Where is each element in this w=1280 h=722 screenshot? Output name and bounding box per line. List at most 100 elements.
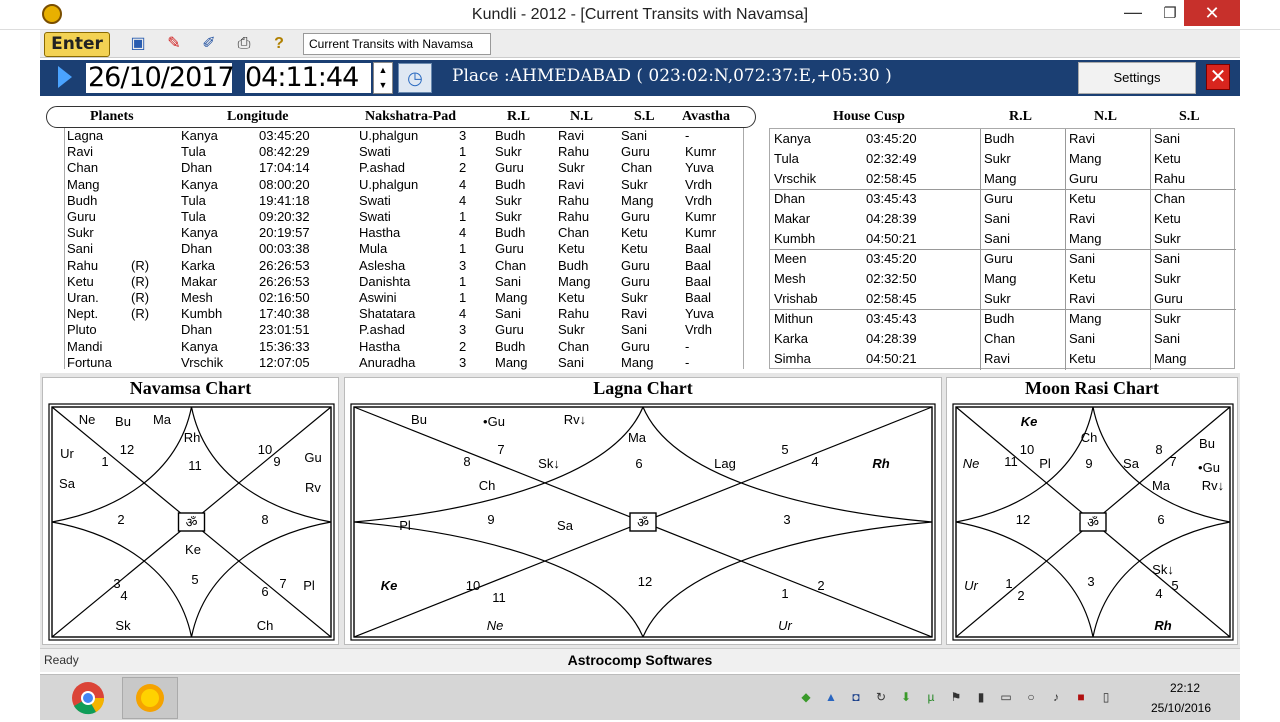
spin-up-icon[interactable]: ▲: [374, 63, 392, 78]
navamsa-chart[interactable]: ॐNe Bu MaRh12111UrSa109 GuRv2 8Ke534 67 PlSk Ch: [47, 402, 336, 642]
cusp-row[interactable]: Mithun 03:45:43 Budh Mang Sukr: [770, 311, 1236, 331]
spin-down-icon[interactable]: ▼: [374, 78, 392, 93]
planet-row[interactable]: Guru Tula 09:20:32 Swati 1 Sukr Rahu Guru Kumr: [65, 209, 745, 225]
header-cusp-nl: N.L: [1094, 109, 1117, 124]
monitor-icon[interactable]: ▣: [124, 32, 152, 56]
moon-chart[interactable]: ॐ Ke Ch Ne 1011 Pl 9 Sa 87 Bu •Gu Rv↓ Ma 12 6 3 Sk↓5 12 4 U…: [951, 402, 1235, 642]
update-icon[interactable]: ↻: [873, 689, 889, 705]
signal-icon[interactable]: ▮: [973, 689, 989, 705]
cusp-row[interactable]: Makar 04:28:39 Sani Ravi Ketu: [770, 211, 1236, 231]
view-select[interactable]: Current Transits with Navamsa: [303, 33, 491, 55]
planet-cell-sign: Dhan: [181, 241, 213, 257]
chrome-taskbar-button[interactable]: [60, 677, 116, 719]
maximize-button[interactable]: ❐: [1152, 2, 1188, 26]
planet-row[interactable]: Lagna Kanya 03:45:20 U.phalgun 3 Budh Ravi Sani…: [65, 128, 745, 144]
help-icon[interactable]: ?: [265, 32, 293, 56]
planet-label: Ma: [153, 412, 172, 427]
planet-row[interactable]: Ravi Tula 08:42:29 Swati 1 Sukr Rahu Guru Kumr: [65, 144, 745, 160]
planet-cell-rl: Mang: [495, 354, 528, 370]
clock-time[interactable]: 22:12: [1150, 681, 1220, 695]
planet-row[interactable]: Mang Kanya 08:00:20 U.phalgun 4 Budh Ravi Sukr V…: [65, 177, 745, 193]
status-bar: Ready Astrocomp Softwares: [40, 648, 1240, 672]
planet-cell-deg: 15:36:33: [259, 338, 310, 354]
planet-row[interactable]: Rahu (R) Karka 26:26:53 Aslesha 3 Chan Budh Guru…: [65, 258, 745, 274]
planet-row[interactable]: Fortuna Vrschik 12:07:05 Anuradha 3 Mang Sani M…: [65, 355, 745, 371]
wrench-icon[interactable]: ✎: [160, 32, 188, 56]
title-bar: Kundli - 2012 - [Current Transits with N…: [0, 0, 1280, 30]
cusp-row[interactable]: Kanya 03:45:20 Budh Ravi Sani: [770, 131, 1236, 151]
cusp-row[interactable]: Mesh 02:32:50 Mang Ketu Sukr: [770, 271, 1236, 291]
navamsa-title: Navamsa Chart: [129, 378, 252, 398]
cusp-row[interactable]: Tula 02:32:49 Sukr Mang Ketu: [770, 151, 1236, 171]
clock-date[interactable]: 25/10/2016: [1136, 701, 1226, 715]
planet-cell-pad: 4: [459, 306, 467, 322]
security-icon[interactable]: ■: [1073, 689, 1089, 705]
display-icon[interactable]: ▭: [998, 689, 1014, 705]
tray-app-icon[interactable]: ◘: [848, 689, 864, 705]
planet-cell-av: Vrdh: [685, 322, 712, 338]
planet-label: Gu: [304, 450, 321, 465]
planet-row[interactable]: Nept. (R) Kumbh 17:40:38 Shatatara 4 Sani Rahu R…: [65, 306, 745, 322]
volume-icon[interactable]: ♪: [1048, 689, 1064, 705]
time-field[interactable]: 04:11:44: [245, 63, 371, 93]
printer-icon[interactable]: ⎙: [230, 32, 258, 56]
edit-icon[interactable]: ✐: [195, 32, 223, 56]
planet-cell-rl: Guru: [495, 322, 524, 338]
cusp-cell-deg: 04:28:39: [866, 331, 917, 346]
house-number: 8: [463, 454, 470, 469]
planet-row[interactable]: Uran. (R) Mesh 02:16:50 Aswini 1 Mang Ketu Sukr B…: [65, 290, 745, 306]
kundli-taskbar-button[interactable]: [122, 677, 178, 719]
cusp-row[interactable]: Dhan 03:45:43 Guru Ketu Chan: [770, 191, 1236, 211]
planet-row[interactable]: Budh Tula 19:41:18 Swati 4 Sukr Rahu Mang Vrdh: [65, 193, 745, 209]
planet-row[interactable]: Ketu (R) Makar 26:26:53 Danishta 1 Sani Mang Gur…: [65, 274, 745, 290]
house-number: 1: [1005, 576, 1012, 591]
nvidia-icon[interactable]: ◆: [798, 689, 814, 705]
settings-button[interactable]: Settings: [1078, 62, 1196, 94]
planet-cell-rl: Mang: [495, 290, 528, 305]
cusp-cell-rl: Sukr: [984, 151, 1011, 166]
network-drive-icon[interactable]: ▲: [823, 689, 839, 705]
cusp-cell-sign: Vrschik: [774, 171, 817, 186]
planet-row[interactable]: Chan Dhan 17:04:14 P.ashad 2 Guru Sukr Chan Yuva: [65, 160, 745, 176]
planet-cell-av: -: [685, 354, 690, 370]
cusp-cell-sign: Mithun: [774, 311, 814, 326]
planets-list[interactable]: Lagna Kanya 03:45:20 U.phalgun 3 Budh Ravi Sani…: [64, 128, 745, 371]
time-spinner[interactable]: ▲ ▼: [373, 62, 393, 94]
planet-row[interactable]: Sukr Kanya 20:19:57 Hastha 4 Budh Chan Ketu Kumr: [65, 225, 745, 241]
exit-icon[interactable]: ✕: [1206, 64, 1230, 90]
cusp-cell-deg: 02:58:45: [866, 171, 917, 186]
planet-cell-nl: Mang: [558, 273, 591, 289]
planet-row[interactable]: Mandi Kanya 15:36:33 Hastha 2 Budh Chan Guru -: [65, 339, 745, 355]
house-number: 12: [638, 574, 652, 589]
cusp-cell-sl: Sani: [1154, 131, 1181, 146]
battery-icon[interactable]: ▯: [1098, 689, 1114, 705]
planet-label: •Gu: [483, 414, 505, 429]
planet-cell-rl: Guru: [495, 160, 524, 176]
clock-icon[interactable]: ◷: [398, 63, 432, 93]
cusp-row[interactable]: Vrschik 02:58:45 Mang Guru Rahu: [770, 171, 1236, 191]
cusp-cell-sl: Sani: [1154, 331, 1181, 346]
enter-button[interactable]: Enter: [44, 32, 110, 57]
download-icon[interactable]: ⬇: [898, 689, 914, 705]
cusp-row[interactable]: Kumbh 04:50:21 Sani Mang Sukr: [770, 231, 1236, 251]
cusp-row[interactable]: Vrishab 02:58:45 Sukr Ravi Guru: [770, 291, 1236, 311]
utorrent-icon[interactable]: µ: [923, 689, 939, 705]
close-button[interactable]: ✕: [1184, 0, 1240, 26]
header-planets: Planets: [90, 109, 134, 124]
flag-icon[interactable]: ⚑: [948, 689, 964, 705]
play-icon[interactable]: [58, 66, 72, 88]
cusp-row[interactable]: Simha 04:50:21 Ravi Ketu Mang: [770, 351, 1236, 371]
cusp-row[interactable]: Karka 04:28:39 Chan Sani Sani: [770, 331, 1236, 351]
cusp-row[interactable]: Meen 03:45:20 Guru Sani Sani: [770, 251, 1236, 271]
planet-cell-sl: Mang: [621, 192, 654, 208]
planet-row[interactable]: Sani Dhan 00:03:38 Mula 1 Guru Ketu Ketu Baal: [65, 241, 745, 257]
planet-row[interactable]: Pluto Dhan 23:01:51 P.ashad 3 Guru Sukr Sani Vrd…: [65, 322, 745, 338]
planet-label: Sk↓: [1152, 562, 1174, 577]
house-number: 5: [191, 572, 198, 587]
chat-icon[interactable]: ○: [1023, 689, 1039, 705]
minimize-button[interactable]: —: [1115, 2, 1151, 26]
om-symbol: ॐ: [186, 516, 198, 531]
planet-cell-av: Kumr: [685, 209, 717, 224]
date-field[interactable]: 26/10/2017: [86, 63, 235, 93]
lagna-chart[interactable]: ॐBu •Gu Rv↓Ma78 Sk↓ 6 Lag54 RhCh9 Sa 3PlKe 101112…: [349, 402, 937, 642]
